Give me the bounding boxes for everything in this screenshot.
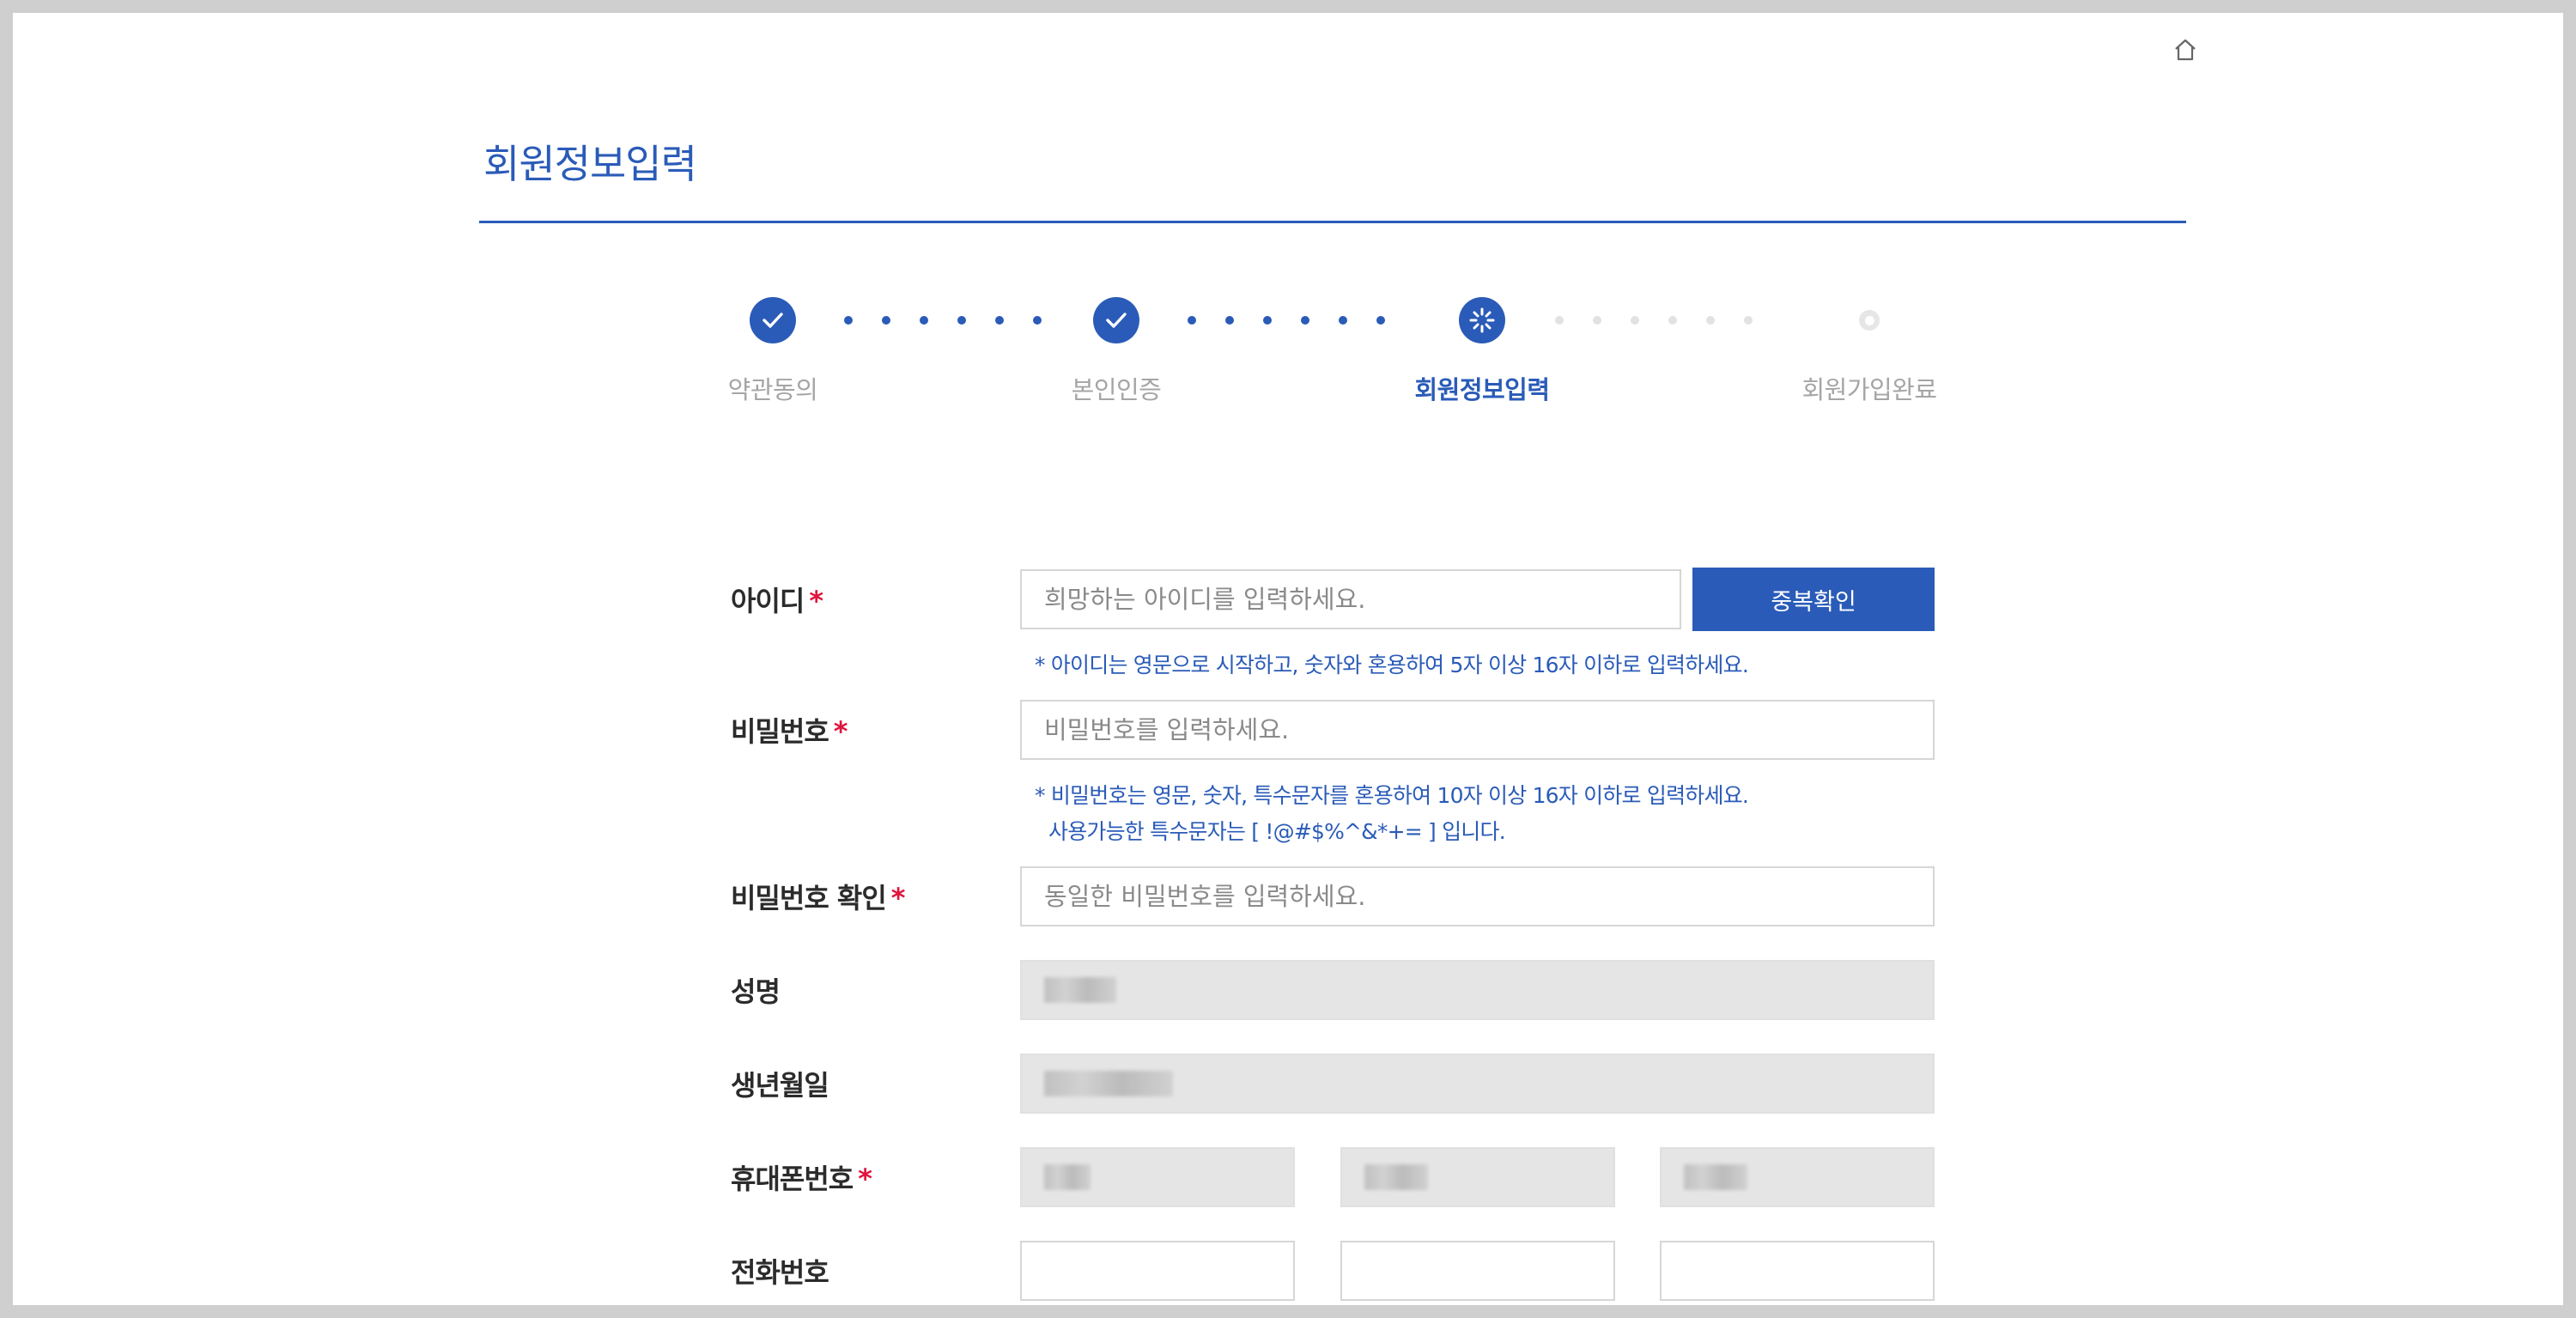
- password-label-text: 비밀번호: [731, 715, 829, 748]
- phone-label: 전화번호: [731, 1256, 829, 1289]
- pending-dot: [1864, 315, 1874, 325]
- step-connector-dot: [882, 316, 890, 325]
- page-frame: 회원정보입력 약관동의 본인인증 회원정보입력 회원가입완료 아이디 * 희망하…: [13, 13, 2563, 1305]
- duplicate-check-button[interactable]: 중복확인: [1692, 568, 1935, 631]
- name-label: 성명: [731, 975, 781, 1008]
- step-connector-dot: [1301, 316, 1309, 325]
- phone-input-3[interactable]: [1660, 1241, 1935, 1301]
- redacted-value: [1364, 1164, 1428, 1190]
- id-label-text: 아이디: [731, 585, 805, 617]
- step-connector-dot: [957, 316, 966, 325]
- mobile-label: 휴대폰번호 *: [731, 1157, 872, 1197]
- step-connector-dot: [1339, 316, 1347, 325]
- mobile-part-2: [1340, 1147, 1615, 1207]
- step-1-done-indicator: [750, 297, 796, 343]
- step-connector-dot: [1555, 316, 1564, 325]
- step-4-label: 회원가입완료: [1801, 375, 1937, 404]
- phone-input-1[interactable]: [1020, 1241, 1295, 1301]
- required-mark: *: [890, 882, 906, 914]
- step-connector-dot: [995, 316, 1004, 325]
- step-connector-dot: [1744, 316, 1753, 325]
- password-hint-line2: 사용가능한 특수문자는 [ !@#$%^&*+= ] 입니다.: [1048, 819, 1506, 844]
- redacted-value: [1044, 1164, 1091, 1190]
- step-3-label: 회원정보입력: [1414, 375, 1550, 404]
- redacted-value: [1044, 977, 1116, 1003]
- step-2-label: 본인인증: [1071, 375, 1162, 404]
- step-connector-dot: [1376, 316, 1385, 325]
- redacted-value: [1044, 1071, 1173, 1096]
- phone-input-2[interactable]: [1340, 1241, 1615, 1301]
- mobile-label-text: 휴대폰번호: [731, 1163, 854, 1195]
- mobile-part-1: [1020, 1147, 1295, 1207]
- step-connector-dot: [1593, 316, 1601, 325]
- step-connector-dot: [1668, 316, 1677, 325]
- signup-stepper: 약관동의 본인인증 회원정보입력 회원가입완료: [13, 13, 2563, 425]
- redacted-value: [1684, 1164, 1747, 1190]
- birthdate-field: [1020, 1054, 1935, 1114]
- step-connector-dot: [920, 316, 928, 325]
- password-label: 비밀번호 *: [731, 710, 848, 750]
- step-connector-dot: [1033, 316, 1042, 325]
- id-hint: * 아이디는 영문으로 시작하고, 숫자와 혼용하여 5자 이상 16자 이하로…: [1035, 653, 1749, 677]
- name-field: [1020, 960, 1935, 1020]
- step-connector-dot: [1263, 316, 1272, 325]
- password-input[interactable]: [1020, 700, 1935, 760]
- password-confirm-label: 비밀번호 확인 *: [731, 877, 905, 916]
- id-input[interactable]: [1020, 569, 1681, 629]
- step-1-label: 약관동의: [727, 375, 818, 404]
- step-connector-dot: [1706, 316, 1715, 325]
- check-icon: [1106, 313, 1127, 328]
- step-3-current-indicator: [1459, 297, 1505, 343]
- password-confirm-input[interactable]: [1020, 866, 1935, 926]
- step-2-done-indicator: [1093, 297, 1139, 343]
- required-mark: *: [833, 715, 848, 748]
- loading-icon: [1469, 307, 1495, 333]
- password-hint-line1: * 비밀번호는 영문, 숫자, 특수문자를 혼용하여 10자 이상 16자 이하…: [1035, 783, 1749, 808]
- check-icon: [762, 313, 783, 328]
- step-connector-dot: [844, 316, 853, 325]
- mobile-part-3: [1660, 1147, 1935, 1207]
- step-connector-dot: [1188, 316, 1196, 325]
- step-connector-dot: [1631, 316, 1639, 325]
- password-confirm-label-text: 비밀번호 확인: [731, 882, 887, 914]
- required-mark: *: [858, 1163, 872, 1195]
- birthdate-label: 생년월일: [731, 1069, 829, 1102]
- step-connector-dot: [1225, 316, 1234, 325]
- step-4-pending-indicator: [1859, 310, 1880, 331]
- required-mark: *: [809, 585, 823, 617]
- id-label: 아이디 *: [731, 580, 823, 619]
